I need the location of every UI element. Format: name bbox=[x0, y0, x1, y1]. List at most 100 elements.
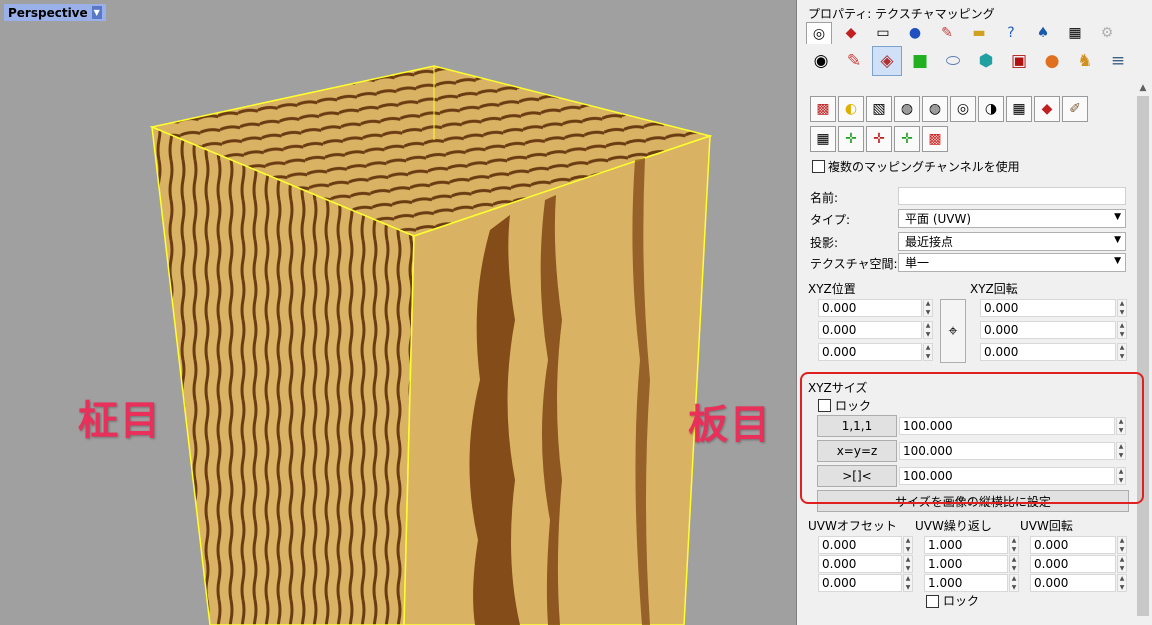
spin-icon[interactable]: ▲ ▼ bbox=[923, 321, 933, 339]
tab-help-icon[interactable]: ? bbox=[998, 22, 1024, 44]
texspace-value: 単一 bbox=[905, 256, 930, 270]
cube-icon[interactable]: ⬢ bbox=[971, 46, 1001, 76]
uvw-offset-w[interactable]: 0.000 bbox=[818, 574, 902, 592]
database-icon[interactable]: ≡ bbox=[1103, 46, 1133, 76]
viewport-menu-arrow-icon[interactable]: ▼ bbox=[91, 6, 102, 19]
chevron-down-icon: ▼ bbox=[1114, 235, 1121, 245]
panel-tabs: ◎ ◆ ▭ ● ✎ ▬ ? ♠ ▦ ⚙ bbox=[806, 22, 1120, 44]
checker-cube-icon[interactable]: ▦ bbox=[810, 126, 836, 152]
axes-plane-icon[interactable]: ✛ bbox=[866, 126, 892, 152]
panel-scrollbar[interactable]: ▲ bbox=[1134, 80, 1152, 625]
checker-pin-icon[interactable]: ◆ bbox=[1034, 96, 1060, 122]
spin-icon[interactable]: ▲ ▼ bbox=[1009, 574, 1019, 592]
checker-shape-icon[interactable]: ▦ bbox=[1006, 96, 1032, 122]
tool-row-1: ▩ ◐ ▧ ◍ ◍ ◎ ◑ ▦ ◆ ✐ bbox=[810, 96, 1088, 122]
uvw-rotation-label: UVW回転 bbox=[1020, 519, 1073, 533]
spin-icon[interactable]: ▲ ▼ bbox=[1117, 321, 1127, 339]
tab-pen-icon[interactable]: ✎ bbox=[934, 22, 960, 44]
texspace-label: テクスチャ空間: bbox=[810, 257, 898, 271]
uvw-rotation-v[interactable]: 0.000 bbox=[1030, 555, 1116, 573]
uvw-repeat-label: UVW繰り返し bbox=[915, 519, 992, 533]
name-label: 名前: bbox=[810, 191, 839, 205]
tiger-icon[interactable]: ♞ bbox=[1070, 46, 1100, 76]
tab-object-icon[interactable]: ◆ bbox=[838, 22, 864, 44]
xyz-position-z[interactable]: 0.000 bbox=[818, 343, 922, 361]
xyz-rotation-label: XYZ回転 bbox=[970, 282, 1018, 296]
spin-icon[interactable]: ▲ ▼ bbox=[1117, 574, 1127, 592]
checker-sphere2-icon[interactable]: ◍ bbox=[922, 96, 948, 122]
red-checker-icon[interactable]: ▩ bbox=[922, 126, 948, 152]
properties-panel: プロパティ: テクスチャマッピング ◎ ◆ ▭ ● ✎ ▬ ? ♠ ▦ ⚙ ◉ … bbox=[798, 0, 1152, 625]
multi-channel-label: 複数のマッピングチャンネルを使用 bbox=[828, 160, 1020, 174]
spin-icon[interactable]: ▲ ▼ bbox=[903, 536, 913, 554]
duck-icon[interactable]: ◐ bbox=[838, 96, 864, 122]
uvw-lock-checkbox[interactable] bbox=[926, 595, 939, 608]
name-field[interactable] bbox=[898, 187, 1126, 205]
spin-icon[interactable]: ▲ ▼ bbox=[1009, 536, 1019, 554]
spin-icon[interactable]: ▲ ▼ bbox=[903, 574, 913, 592]
scroll-up-icon[interactable]: ▲ bbox=[1134, 80, 1152, 96]
xyz-rotation-y[interactable]: 0.000 bbox=[980, 321, 1116, 339]
uvw-rotation-w[interactable]: 0.000 bbox=[1030, 574, 1116, 592]
xyz-rotation-x[interactable]: 0.000 bbox=[980, 299, 1116, 317]
tab-folder-icon[interactable]: ▬ bbox=[966, 22, 992, 44]
color-wheel-icon[interactable]: ◉ bbox=[806, 46, 836, 76]
type-value: 平面 (UVW) bbox=[905, 212, 972, 226]
uvw-lock-label: ロック bbox=[943, 594, 980, 608]
brush-icon[interactable]: ✐ bbox=[1062, 96, 1088, 122]
tab-checker-icon[interactable]: ▦ bbox=[1062, 22, 1088, 44]
tab-display-icon[interactable]: ▭ bbox=[870, 22, 896, 44]
uvw-repeat-u[interactable]: 1.000 bbox=[924, 536, 1008, 554]
perspective-viewport[interactable]: Perspective ▼ 柾目 板目 bbox=[0, 0, 797, 625]
mapping-icon-row: ◉ ✎ ◈ ■ ⬭ ⬢ ▣ ● ♞ ≡ bbox=[806, 46, 1133, 76]
scroll-thumb[interactable] bbox=[1137, 96, 1149, 616]
axes-box-icon[interactable]: ✛ bbox=[838, 126, 864, 152]
uvw-repeat-w[interactable]: 1.000 bbox=[924, 574, 1008, 592]
checker-box-icon[interactable]: ▧ bbox=[866, 96, 892, 122]
chevron-down-icon: ▼ bbox=[1114, 256, 1121, 266]
multi-channel-checkbox[interactable] bbox=[812, 160, 825, 173]
checker-cylinder-icon[interactable]: ◎ bbox=[950, 96, 976, 122]
highlight-annotation bbox=[800, 372, 1144, 504]
tool-row-2: ▦ ✛ ✛ ✛ ▩ bbox=[810, 126, 948, 152]
cylinder-icon[interactable]: ⬭ bbox=[938, 46, 968, 76]
spin-icon[interactable]: ▲ ▼ bbox=[1009, 555, 1019, 573]
spin-icon[interactable]: ▲ ▼ bbox=[1117, 343, 1127, 361]
spin-icon[interactable]: ▲ ▼ bbox=[923, 299, 933, 317]
pick-point-button[interactable]: ⌖ bbox=[940, 299, 966, 363]
wood-box-render bbox=[149, 65, 713, 625]
tab-render-icon[interactable]: ● bbox=[902, 22, 928, 44]
xyz-position-y[interactable]: 0.000 bbox=[818, 321, 922, 339]
type-label: タイプ: bbox=[810, 213, 851, 227]
spin-icon[interactable]: ▲ ▼ bbox=[923, 343, 933, 361]
type-select[interactable]: 平面 (UVW) ▼ bbox=[898, 209, 1126, 228]
pencil-icon[interactable]: ✎ bbox=[839, 46, 869, 76]
uvw-repeat-v[interactable]: 1.000 bbox=[924, 555, 1008, 573]
spin-icon[interactable]: ▲ ▼ bbox=[903, 555, 913, 573]
panel-title: プロパティ: テクスチャマッピング bbox=[808, 7, 995, 21]
plane-map-icon[interactable]: ▩ bbox=[810, 96, 836, 122]
spin-icon[interactable]: ▲ ▼ bbox=[1117, 536, 1127, 554]
projection-value: 最近接点 bbox=[905, 235, 954, 249]
viewport-title[interactable]: Perspective ▼ bbox=[4, 4, 106, 21]
uvw-offset-u[interactable]: 0.000 bbox=[818, 536, 902, 554]
uvw-offset-v[interactable]: 0.000 bbox=[818, 555, 902, 573]
checker-cap-icon[interactable]: ◑ bbox=[978, 96, 1004, 122]
tab-gear-icon[interactable]: ⚙ bbox=[1094, 22, 1120, 44]
tab-notify-icon[interactable]: ♠ bbox=[1030, 22, 1056, 44]
red-box-icon[interactable]: ▣ bbox=[1004, 46, 1034, 76]
xyz-rotation-z[interactable]: 0.000 bbox=[980, 343, 1116, 361]
projection-select[interactable]: 最近接点 ▼ bbox=[898, 232, 1126, 251]
spin-icon[interactable]: ▲ ▼ bbox=[1117, 555, 1127, 573]
spin-icon[interactable]: ▲ ▼ bbox=[1117, 299, 1127, 317]
texture-mapping-icon[interactable]: ◈ bbox=[872, 46, 902, 76]
projection-label: 投影: bbox=[810, 236, 839, 250]
uvw-rotation-u[interactable]: 0.000 bbox=[1030, 536, 1116, 554]
orange-sphere-icon[interactable]: ● bbox=[1037, 46, 1067, 76]
axes-green-icon[interactable]: ✛ bbox=[894, 126, 920, 152]
checker-sphere-icon[interactable]: ◍ bbox=[894, 96, 920, 122]
xyz-position-x[interactable]: 0.000 bbox=[818, 299, 922, 317]
texspace-select[interactable]: 単一 ▼ bbox=[898, 253, 1126, 272]
tab-material-icon[interactable]: ◎ bbox=[806, 22, 832, 44]
green-square-icon[interactable]: ■ bbox=[905, 46, 935, 76]
